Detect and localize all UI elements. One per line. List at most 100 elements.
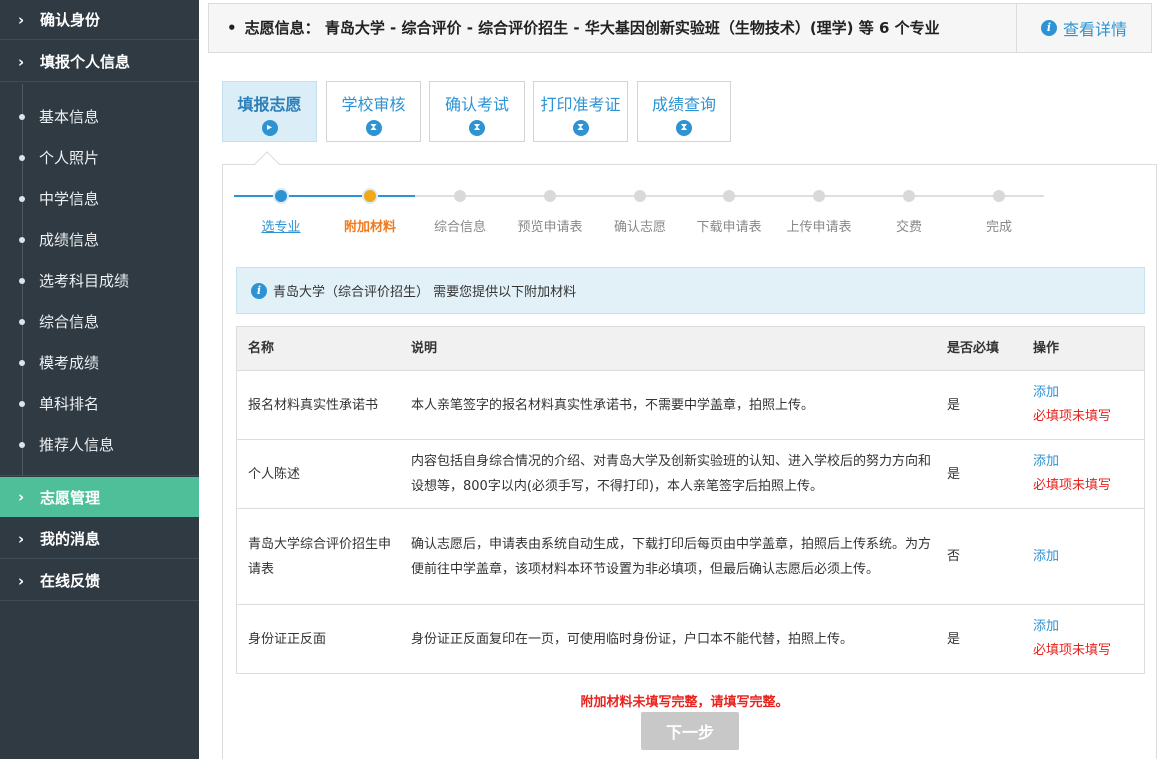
- material-description: 确认志愿后，申请表由系统自动生成，下载打印后每页由中学盖章，拍照后上传系统。为方…: [411, 536, 932, 577]
- view-details-label: 查看详情: [1062, 20, 1127, 39]
- sidebar-section-confirm-identity[interactable]: › 确认身份: [0, 0, 199, 40]
- sidebar-section-feedback[interactable]: › 在线反馈: [0, 561, 199, 601]
- sidebar-item-label: 个人照片: [39, 148, 100, 167]
- step-marker: [544, 190, 556, 202]
- tab-label: 确认考试: [444, 95, 509, 114]
- step-label[interactable]: 选专业: [261, 216, 300, 235]
- step-label: 综合信息: [433, 220, 487, 235]
- tab-score-query[interactable]: 成绩查询 ⧗: [637, 81, 731, 142]
- sidebar-item-subject-rank[interactable]: 单科排名: [0, 388, 199, 418]
- sidebar-section-applications[interactable]: › 志愿管理: [0, 477, 199, 517]
- sidebar-item-label: 模考成绩: [39, 353, 100, 372]
- tab-label: 打印准考证: [540, 95, 621, 114]
- application-info-text: • 志愿信息： 青岛大学 - 综合评价 - 综合评价招生 - 华大基因创新实验班（…: [227, 4, 940, 52]
- chevron-right-icon: ›: [18, 529, 25, 548]
- required-warning: 必填项未填写: [1033, 409, 1112, 424]
- table-row: 青岛大学综合评价招生申请表 确认志愿后，申请表由系统自动生成，下载打印后每页由中…: [237, 508, 1144, 604]
- material-name: 个人陈述: [248, 466, 301, 482]
- sidebar-item-grades[interactable]: 成绩信息: [0, 224, 199, 254]
- bullet-dot-icon: [19, 196, 25, 202]
- form-error-message: 附加材料未填写完整，请填写完整。: [580, 695, 789, 710]
- materials-notice: i 青岛大学（综合评价招生） 需要您提供以下附加材料: [236, 267, 1145, 314]
- chevron-right-icon: ›: [18, 571, 25, 590]
- sidebar-section-label: 我的消息: [40, 530, 101, 548]
- sidebar-item-mock-exam[interactable]: 模考成绩: [0, 347, 199, 377]
- header-name: 名称: [248, 341, 275, 356]
- sidebar-item-basic-info[interactable]: 基本信息: [0, 101, 199, 131]
- sidebar-item-school-info[interactable]: 中学信息: [0, 183, 199, 213]
- bullet-dot-icon: [19, 401, 25, 407]
- sidebar-submenu: 基本信息 个人照片 中学信息 成绩信息 选考科目成绩 综合信息 模考成绩 单科排…: [0, 84, 199, 476]
- sidebar-section-label: 确认身份: [40, 11, 101, 29]
- hourglass-icon: ⧗: [572, 120, 589, 136]
- step-marker: [813, 190, 825, 202]
- sidebar-item-photo[interactable]: 个人照片: [0, 142, 199, 172]
- step-label: 确认志愿: [613, 220, 667, 235]
- tab-fill-application[interactable]: 填报志愿 ▸: [222, 81, 317, 142]
- material-description: 内容包括自身综合情况的介绍、对青岛大学及创新实验班的认知、进入学校后的努力方向和…: [411, 454, 932, 494]
- bullet-dot-icon: [19, 155, 25, 161]
- sidebar-item-label: 中学信息: [39, 189, 100, 208]
- header-description: 说明: [411, 341, 438, 356]
- material-actions: 添加: [1033, 509, 1143, 604]
- sidebar-item-label: 成绩信息: [39, 230, 100, 249]
- hourglass-icon: ⧗: [469, 120, 485, 136]
- bullet-dot-icon: [19, 319, 25, 325]
- step-label: 完成: [985, 220, 1013, 235]
- sidebar-item-label: 基本信息: [39, 107, 100, 126]
- sidebar-item-label: 推荐人信息: [39, 435, 115, 454]
- step-marker: [362, 188, 378, 204]
- info-icon: i: [1040, 20, 1057, 36]
- material-required: 是: [947, 466, 961, 482]
- sidebar-section-messages[interactable]: › 我的消息: [0, 519, 199, 559]
- material-actions: 添加 必填项未填写: [1033, 440, 1143, 508]
- add-material-link[interactable]: 添加: [1033, 615, 1059, 639]
- header-actions: 操作: [1033, 341, 1060, 356]
- tab-label: 填报志愿: [237, 95, 302, 114]
- bullet-dot-icon: [19, 114, 25, 120]
- sidebar-section-personal-info[interactable]: › 填报个人信息: [0, 42, 199, 82]
- material-description: 身份证正反面复印在一页，可使用临时身份证，户口本不能代替，拍照上传。: [411, 631, 854, 647]
- tab-confirm-exam[interactable]: 确认考试 ⧗: [429, 81, 525, 142]
- app-root: › 确认身份 › 填报个人信息 基本信息 个人照片 中学信息 成绩信息 选考科目…: [0, 0, 1163, 759]
- tab-label: 学校审核: [341, 95, 406, 114]
- sidebar-section-label: 在线反馈: [40, 572, 101, 590]
- table-header: 名称 说明 是否必填 操作: [237, 327, 1144, 370]
- chevron-right-icon: ›: [18, 10, 25, 29]
- view-details-link[interactable]: i 查看详情: [1016, 4, 1151, 52]
- tab-school-review[interactable]: 学校审核 ⧗: [326, 81, 421, 142]
- application-info-label: 志愿信息： 青岛大学 - 综合评价 - 综合评价招生 - 华大基因创新实验班（生…: [244, 19, 940, 37]
- header-required: 是否必填: [947, 341, 1000, 356]
- next-step-button[interactable]: 下一步: [641, 712, 739, 750]
- play-icon: ▸: [261, 120, 278, 136]
- bullet-dot-icon: [19, 278, 25, 284]
- bullet-dot-icon: [19, 442, 25, 448]
- step-label: 附加材料: [343, 220, 397, 235]
- required-warning: 必填项未填写: [1033, 643, 1112, 658]
- step-label: 下载申请表: [696, 220, 762, 235]
- step-marker: [634, 190, 646, 202]
- materials-table: 名称 说明 是否必填 操作 报名材料真实性承诺书 本人亲笔签字的报名材料真实性承…: [236, 326, 1145, 674]
- step-marker[interactable]: [273, 188, 289, 204]
- tab-print-admission-ticket[interactable]: 打印准考证 ⧗: [533, 81, 628, 142]
- add-material-link[interactable]: 添加: [1033, 450, 1059, 474]
- material-required: 否: [947, 549, 961, 564]
- material-name: 身份证正反面: [248, 631, 327, 647]
- sidebar-item-comprehensive-info[interactable]: 综合信息: [0, 306, 199, 336]
- step-marker: [723, 190, 735, 202]
- notice-text: 青岛大学（综合评价招生） 需要您提供以下附加材料: [273, 285, 577, 300]
- material-description: 本人亲笔签字的报名材料真实性承诺书，不需要中学盖章，拍照上传。: [411, 397, 815, 413]
- add-material-link[interactable]: 添加: [1033, 381, 1059, 405]
- material-name: 青岛大学综合评价招生申请表: [248, 536, 392, 577]
- add-material-link[interactable]: 添加: [1033, 545, 1059, 569]
- sidebar-item-recommender[interactable]: 推荐人信息: [0, 429, 199, 459]
- sidebar: › 确认身份 › 填报个人信息 基本信息 个人照片 中学信息 成绩信息 选考科目…: [0, 0, 199, 759]
- sidebar-item-label: 综合信息: [39, 312, 100, 331]
- material-name: 报名材料真实性承诺书: [248, 397, 379, 413]
- hourglass-icon: ⧗: [365, 120, 382, 136]
- chevron-right-icon: ›: [18, 52, 25, 71]
- tab-label: 成绩查询: [651, 95, 716, 114]
- sidebar-item-label: 选考科目成绩: [39, 271, 130, 290]
- sidebar-item-elective-scores[interactable]: 选考科目成绩: [0, 265, 199, 295]
- step-progress: [234, 188, 1044, 204]
